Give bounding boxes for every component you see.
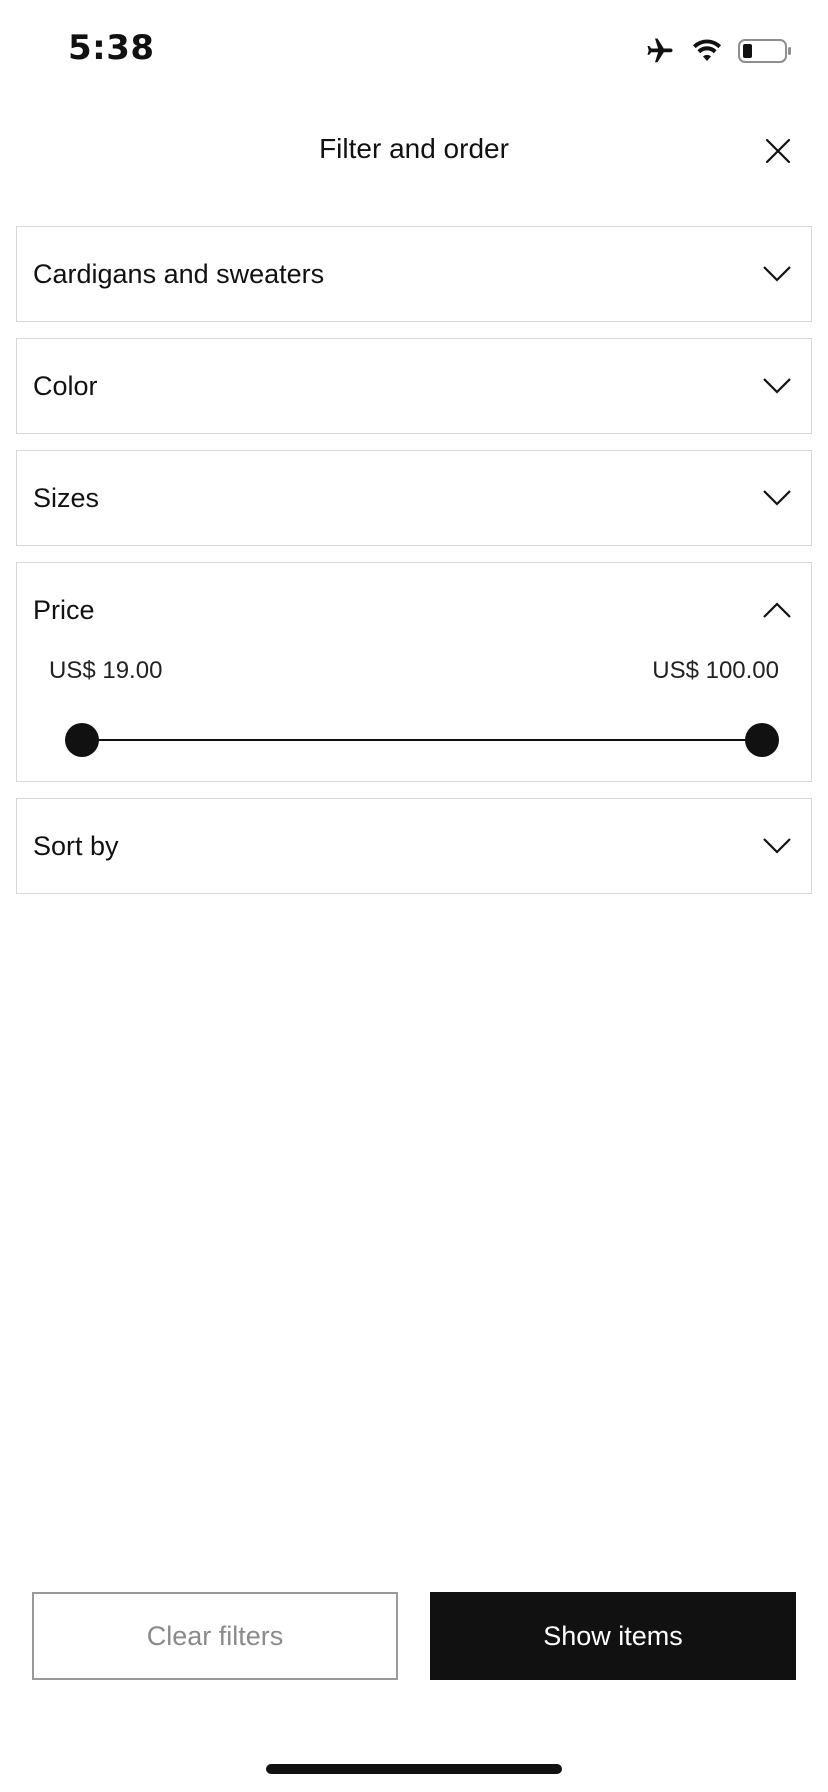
slider-max-handle[interactable]: [745, 723, 779, 757]
sort-toggle[interactable]: Sort by: [17, 799, 811, 893]
section-label-sizes: Sizes: [33, 482, 100, 513]
close-icon: [764, 137, 792, 170]
section-sizes: Sizes: [16, 450, 812, 546]
color-toggle[interactable]: Color: [17, 339, 811, 433]
price-min-value: US$ 19.00: [49, 657, 163, 684]
status-icons: [644, 36, 792, 66]
chevron-down-icon: [759, 828, 795, 864]
header: Filter and order: [0, 115, 828, 185]
chevron-down-icon: [759, 368, 795, 404]
sizes-toggle[interactable]: Sizes: [17, 451, 811, 545]
home-indicator[interactable]: [266, 1764, 562, 1774]
battery-icon: [738, 38, 792, 64]
section-label-price: Price: [33, 594, 95, 625]
wifi-icon: [692, 39, 722, 63]
page-title: Filter and order: [319, 133, 509, 164]
section-category: Cardigans and sweaters: [16, 226, 812, 322]
section-label-category: Cardigans and sweaters: [33, 258, 325, 289]
action-bar: Clear filters Show items: [32, 1592, 796, 1680]
section-label-sort: Sort by: [33, 830, 119, 861]
chevron-up-icon: [759, 592, 795, 628]
chevron-down-icon: [759, 480, 795, 516]
section-sort: Sort by: [16, 798, 812, 894]
section-color: Color: [16, 338, 812, 434]
price-toggle[interactable]: Price: [17, 563, 811, 657]
show-items-button[interactable]: Show items: [430, 1592, 796, 1680]
price-slider[interactable]: [65, 723, 779, 757]
chevron-down-icon: [759, 256, 795, 292]
section-price: Price US$ 19.00 US$ 100.00: [16, 562, 812, 782]
price-values: US$ 19.00 US$ 100.00: [49, 657, 779, 685]
price-max-value: US$ 100.00: [652, 657, 779, 684]
clear-filters-button[interactable]: Clear filters: [32, 1592, 398, 1680]
category-toggle[interactable]: Cardigans and sweaters: [17, 227, 811, 321]
slider-track: [81, 739, 763, 741]
section-label-color: Color: [33, 370, 98, 401]
close-button[interactable]: [754, 129, 802, 177]
status-time: 5:38: [68, 28, 155, 68]
slider-min-handle[interactable]: [65, 723, 99, 757]
status-bar: 5:38: [0, 0, 828, 100]
price-range: US$ 19.00 US$ 100.00: [17, 657, 811, 781]
airplane-icon: [644, 36, 676, 66]
filter-sections: Cardigans and sweaters Color Sizes Price…: [16, 226, 812, 910]
filter-screen: 5:38 Filter and order Cardigans and swea…: [0, 0, 828, 1792]
